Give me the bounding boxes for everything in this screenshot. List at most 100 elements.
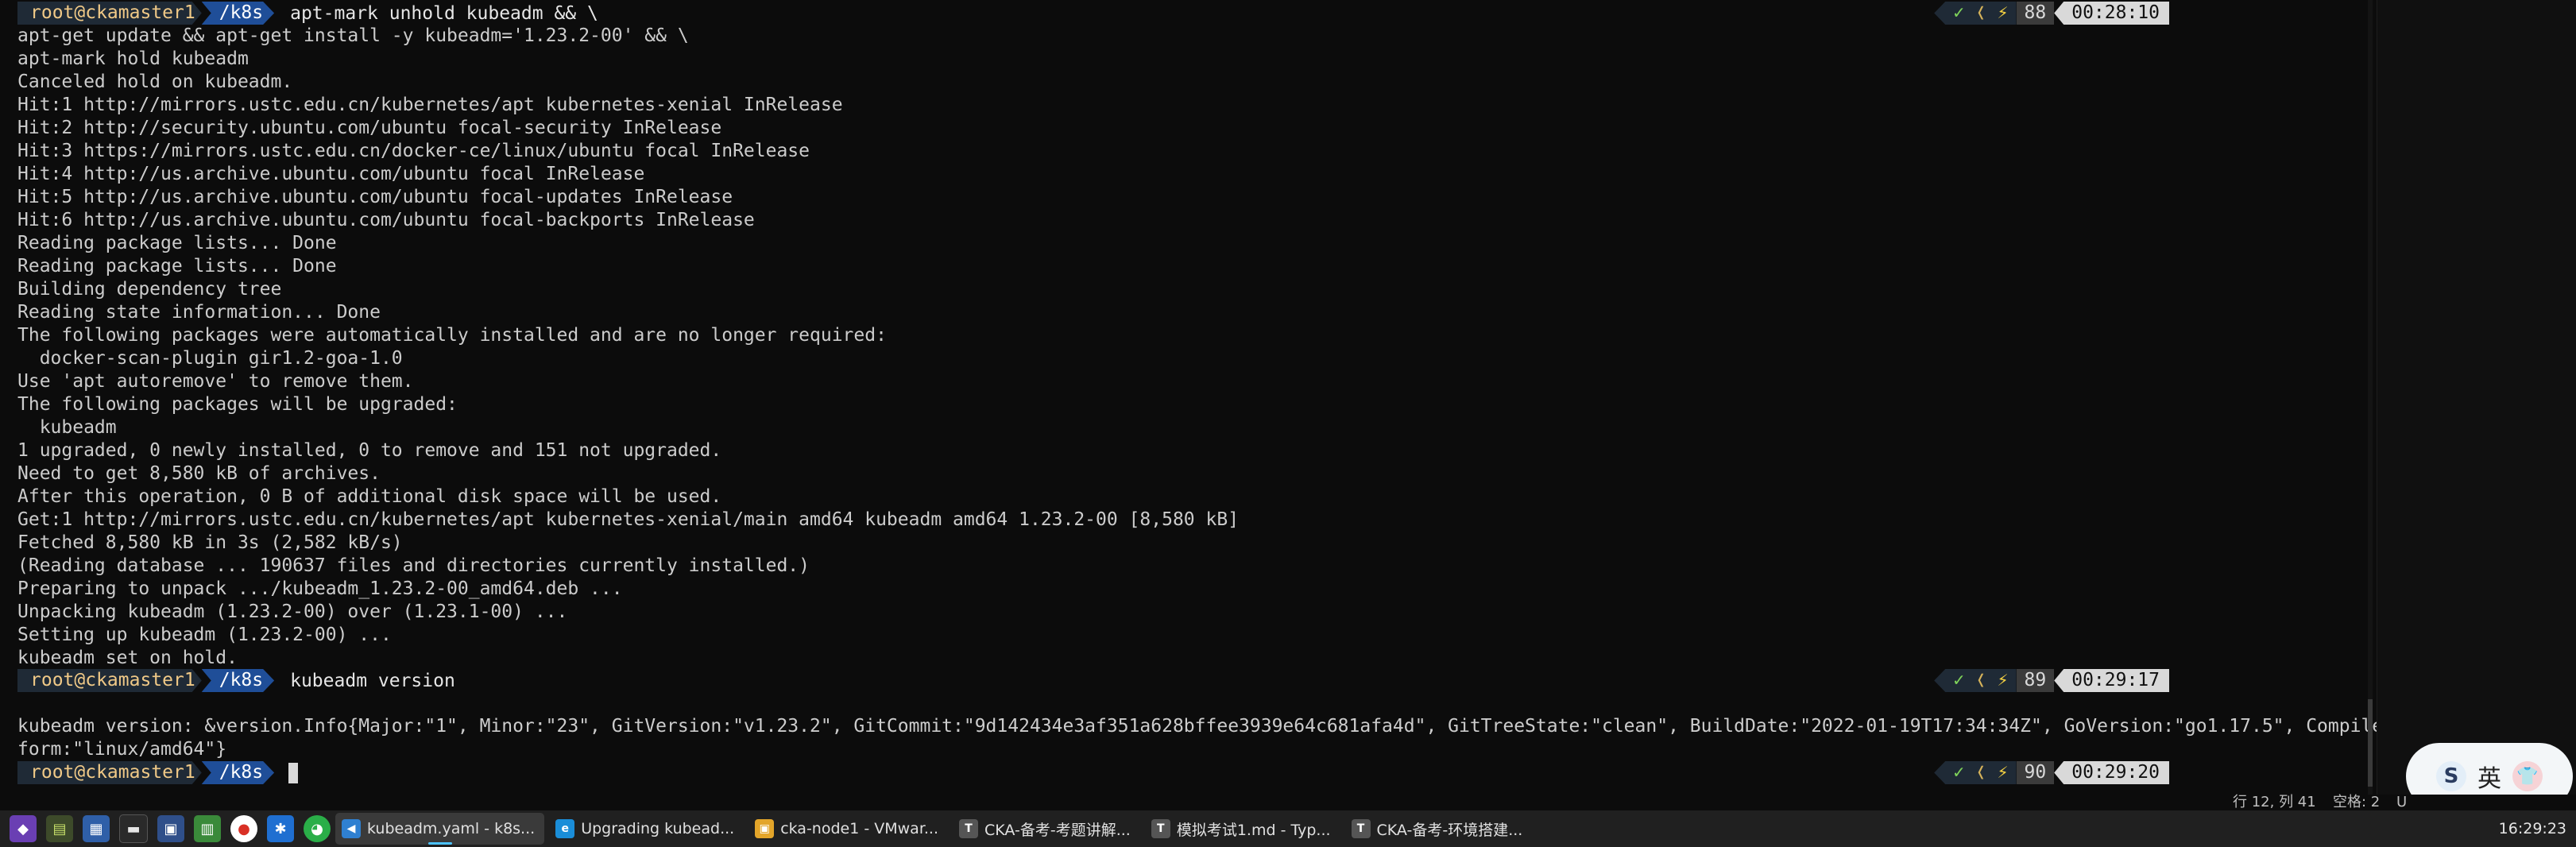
- status-glyphs: ✓ ❬ ⚡: [1934, 2, 2017, 25]
- output-line: kubeadm set on hold.: [17, 648, 238, 668]
- right-status-segment: ✓ ❬ ⚡ 88 00:28:10: [1934, 2, 2169, 25]
- wechat-icon[interactable]: ◕: [304, 815, 331, 842]
- vmware-icon: ▣: [755, 819, 775, 838]
- taskbar-app-button[interactable]: e Upgrading kubead...: [549, 813, 744, 845]
- taskbar-app-label: Upgrading kubead...: [581, 820, 735, 837]
- editor-status-bar: 行 12, 列 41 空格: 2 U: [0, 795, 2576, 810]
- taskbar-app-button[interactable]: ▣ cka-node1 - VMwar...: [748, 813, 948, 845]
- visual-studio-icon[interactable]: ◆: [10, 815, 37, 842]
- remote-desktop-icon[interactable]: ▣: [157, 815, 184, 842]
- typora-icon: T: [1351, 819, 1371, 838]
- ime-skin-icon[interactable]: 👕: [2512, 761, 2543, 791]
- chevron-left-icon: ❬: [1975, 670, 1986, 690]
- output-line: The following packages were automaticall…: [17, 325, 887, 346]
- prompt-line: root@ckamaster1 /k8s kubeadm version: [17, 669, 455, 692]
- output-line: Reading package lists... Done: [17, 256, 337, 277]
- output-line: form:"linux/amd64"}: [17, 739, 227, 760]
- bolt-icon: ⚡: [1997, 670, 2009, 690]
- prompt-user-host: root@ckamaster1: [17, 762, 202, 783]
- notepad-icon[interactable]: ▤: [46, 815, 73, 842]
- output-line: Preparing to unpack .../kubeadm_1.23.2-0…: [17, 578, 623, 599]
- command-time: 00:29:17: [2054, 669, 2169, 692]
- bolt-icon: ⚡: [1997, 762, 2009, 783]
- taskbar-app-label: cka-node1 - VMwar...: [780, 820, 939, 837]
- output-line: Fetched 8,580 kB in 3s (2,582 kB/s): [17, 532, 403, 553]
- system-clock[interactable]: 16:29:23: [2499, 810, 2566, 847]
- output-line: Need to get 8,580 kB of archives.: [17, 463, 381, 484]
- ime-language-toggle[interactable]: 英: [2477, 759, 2501, 794]
- taskbar-app-button[interactable]: T 模拟考试1.md - Typ...: [1145, 813, 1340, 845]
- editor-side-panel: [2377, 0, 2576, 795]
- command-text: apt-mark unhold kubeadm && \: [290, 2, 598, 24]
- bolt-icon: ⚡: [1997, 2, 2009, 23]
- output-line: Use 'apt autoremove' to remove them.: [17, 371, 414, 392]
- cursor-position[interactable]: 行 12, 列 41: [2233, 795, 2316, 810]
- chevron-left-icon: ❬: [1975, 762, 1986, 783]
- excel-icon[interactable]: ▥: [194, 815, 221, 842]
- output-line: 1 upgraded, 0 newly installed, 0 to remo…: [17, 440, 722, 461]
- output-line: Building dependency tree: [17, 279, 282, 300]
- history-count: 90: [2016, 761, 2055, 784]
- prompt-line: root@ckamaster1 /k8s: [17, 761, 299, 784]
- output-line: Unpacking kubeadm (1.23.2-00) over (1.23…: [17, 601, 568, 622]
- output-line: (Reading database ... 190637 files and d…: [17, 555, 810, 576]
- check-icon: ✓: [1953, 2, 1965, 23]
- taskbar-app-label: 模拟考试1.md - Typ...: [1176, 821, 1331, 839]
- taskbar-app-list: ◀ kubeadm.yaml - k8s... e Upgrading kubead.…: [331, 813, 1532, 845]
- terminal-scrollbar[interactable]: [2368, 0, 2373, 795]
- sogou-logo-icon[interactable]: S: [2436, 761, 2466, 791]
- typora-icon: T: [959, 819, 979, 838]
- status-glyphs: ✓ ❬ ⚡: [1934, 761, 2017, 784]
- prompt-user-host: root@ckamaster1: [17, 2, 202, 23]
- taskbar-app-button[interactable]: T CKA-备考-考题讲解...: [953, 813, 1140, 845]
- edge-icon: e: [555, 819, 575, 838]
- history-count: 88: [2016, 2, 2055, 25]
- typora-icon: T: [1151, 819, 1170, 838]
- chevron-left-icon: ❬: [1975, 2, 1986, 23]
- command-text: kubeadm version: [290, 670, 455, 691]
- output-line: apt-get update && apt-get install -y kub…: [17, 25, 689, 46]
- output-line: The following packages will be upgraded:: [17, 394, 458, 415]
- prompt-user-segment: root@ckamaster1: [17, 2, 202, 25]
- prompt-directory: /k8s: [202, 761, 274, 784]
- taskbar-app-button[interactable]: T CKA-备考-环境搭建...: [1345, 813, 1533, 845]
- output-line: Hit:4 http://us.archive.ubuntu.com/ubunt…: [17, 164, 645, 184]
- snipaste-icon[interactable]: ✱: [267, 815, 294, 842]
- output-line: Reading package lists... Done: [17, 233, 337, 253]
- indentation-setting[interactable]: 空格: 2: [2333, 795, 2380, 810]
- taskbar: ◆ ▤ ▦ ▬ ▣ ▥ ● ✱ ◕ ◀ kubeadm.yaml - k8s...…: [0, 810, 2576, 847]
- status-glyphs: ✓ ❬ ⚡: [1934, 669, 2017, 692]
- output-line: Hit:6 http://us.archive.ubuntu.com/ubunt…: [17, 210, 755, 230]
- output-line: Hit:2 http://security.ubuntu.com/ubuntu …: [17, 118, 722, 138]
- encoding-indicator[interactable]: U: [2396, 795, 2407, 810]
- scrollbar-thumb[interactable]: [2368, 699, 2373, 787]
- output-line: apt-mark hold kubeadm: [17, 48, 249, 69]
- prompt-line: root@ckamaster1 /k8s apt-mark unhold kub…: [17, 2, 598, 25]
- vmware-icon[interactable]: ▦: [83, 815, 110, 842]
- prompt-directory: /k8s: [202, 669, 274, 692]
- terminal-icon[interactable]: ▬: [119, 814, 148, 843]
- taskbar-app-button[interactable]: ◀ kubeadm.yaml - k8s...: [335, 813, 545, 845]
- right-status-segment: ✓ ❬ ⚡ 90 00:29:20: [1934, 761, 2169, 784]
- output-line: Hit:1 http://mirrors.ustc.edu.cn/kuberne…: [17, 95, 843, 115]
- right-status-segment: ✓ ❬ ⚡ 89 00:29:17: [1934, 669, 2169, 692]
- terminal-window[interactable]: root@ckamaster1 /k8s apt-mark unhold kub…: [0, 0, 2515, 795]
- output-line: kubeadm version: &version.Info{Major:"1"…: [17, 716, 2516, 737]
- chrome-icon[interactable]: ●: [230, 815, 257, 842]
- prompt-directory: /k8s: [202, 2, 274, 25]
- vscode-icon: ◀: [342, 819, 361, 838]
- output-line: kubeadm: [17, 417, 117, 438]
- prompt-user-segment: root@ckamaster1: [17, 669, 202, 692]
- prompt-user-host: root@ckamaster1: [17, 670, 202, 690]
- text-cursor[interactable]: [288, 762, 299, 783]
- taskbar-app-label: CKA-备考-考题讲解...: [984, 821, 1131, 839]
- output-line: Get:1 http://mirrors.ustc.edu.cn/kuberne…: [17, 509, 1240, 530]
- prompt-user-segment: root@ckamaster1: [17, 761, 202, 784]
- output-line: Setting up kubeadm (1.23.2-00) ...: [17, 625, 392, 645]
- output-line: Reading state information... Done: [17, 302, 381, 323]
- output-line: Hit:5 http://us.archive.ubuntu.com/ubunt…: [17, 187, 733, 207]
- check-icon: ✓: [1953, 670, 1965, 690]
- output-line: Hit:3 https://mirrors.ustc.edu.cn/docker…: [17, 141, 810, 161]
- check-icon: ✓: [1953, 762, 1965, 783]
- output-line: Canceled hold on kubeadm.: [17, 72, 293, 92]
